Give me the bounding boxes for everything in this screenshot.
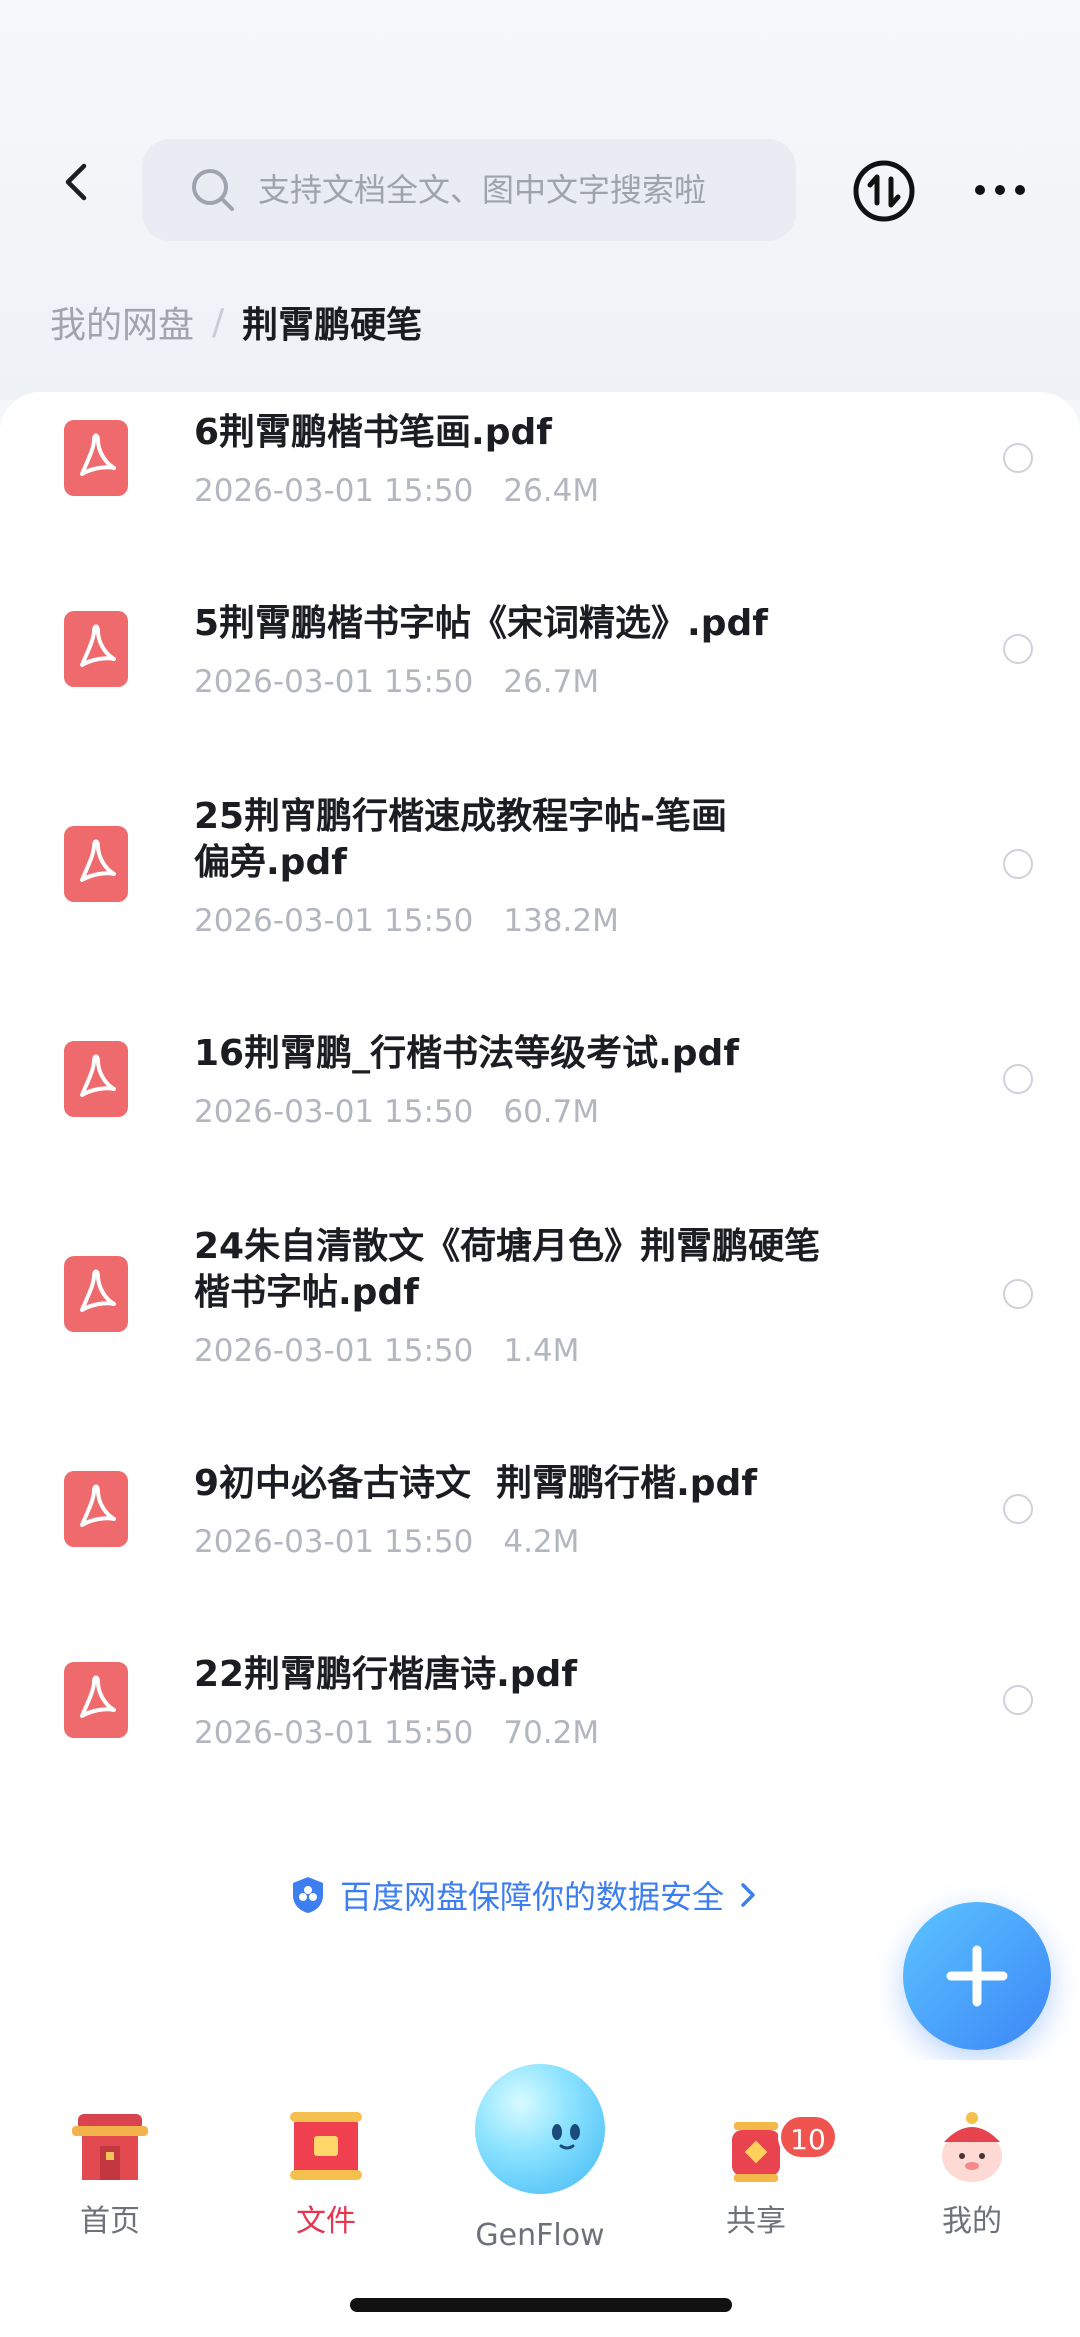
- pdf-file-icon: [64, 1041, 128, 1117]
- file-name: 9初中必备古诗文 荆霄鹏行楷.pdf: [194, 1463, 757, 1504]
- select-radio[interactable]: [1003, 1064, 1033, 1094]
- search-icon: [192, 169, 234, 211]
- pdf-file-icon: [64, 1471, 128, 1547]
- file-name-line2: 偏旁.pdf: [194, 842, 347, 883]
- file-date: 2026-03-01 15:50: [194, 1715, 474, 1751]
- file-name-line1: 24朱自清散文《荷塘月色》荆霄鹏硬笔: [194, 1226, 821, 1267]
- file-size: 4.2M: [503, 1524, 580, 1560]
- pdf-file-icon: [64, 1662, 128, 1738]
- file-name: 6荆霄鹏楷书笔画.pdf: [194, 412, 552, 453]
- file-date: 2026-03-01 15:50: [194, 1524, 474, 1560]
- file-name: 25荆宵鹏行楷速成教程字帖-笔画 偏旁.pdf: [194, 794, 884, 886]
- select-radio[interactable]: [1003, 849, 1033, 879]
- tab-genflow-label: GenFlow: [475, 2218, 605, 2253]
- tab-files-label: 文件: [296, 2204, 356, 2239]
- search-input[interactable]: [256, 170, 780, 210]
- safety-notice-text: 百度网盘保障你的数据安全: [340, 1878, 725, 1916]
- safety-notice-link[interactable]: 百度网盘保障你的数据安全: [290, 1872, 774, 1918]
- file-date: 2026-03-01 15:50: [194, 903, 474, 939]
- genflow-mascot-icon: [552, 2124, 580, 2150]
- files-scroll-icon: [290, 2112, 362, 2180]
- home-indicator: [350, 2298, 732, 2312]
- add-button[interactable]: [903, 1902, 1051, 2050]
- select-radio[interactable]: [1003, 1494, 1033, 1524]
- file-meta: 2026-03-01 15:50 70.2M: [194, 1715, 599, 1751]
- file-date: 2026-03-01 15:50: [194, 664, 474, 700]
- search-bar[interactable]: [142, 139, 796, 241]
- breadcrumb-root[interactable]: 我的网盘: [50, 296, 194, 348]
- file-date: 2026-03-01 15:50: [194, 1094, 474, 1130]
- file-meta: 2026-03-01 15:50 26.7M: [194, 664, 599, 700]
- file-name-line1: 25荆宵鹏行楷速成教程字帖-笔画: [194, 796, 728, 837]
- plus-icon: [946, 1945, 1008, 2007]
- chevron-right-icon: [741, 1883, 755, 1907]
- select-radio[interactable]: [1003, 1685, 1033, 1715]
- home-gate-icon: [72, 2114, 148, 2180]
- tab-home-label: 首页: [80, 2204, 140, 2239]
- file-name: 24朱自清散文《荷塘月色》荆霄鹏硬笔 楷书字帖.pdf: [194, 1224, 884, 1316]
- file-meta: 2026-03-01 15:50 1.4M: [194, 1333, 579, 1369]
- share-notification-badge: 10: [778, 2114, 838, 2160]
- select-radio[interactable]: [1003, 634, 1033, 664]
- file-name: 22荆霄鹏行楷唐诗.pdf: [194, 1654, 577, 1695]
- file-size: 60.7M: [503, 1094, 600, 1130]
- breadcrumb-current: 荆霄鹏硬笔: [242, 305, 423, 346]
- select-radio[interactable]: [1003, 443, 1033, 473]
- file-size: 138.2M: [503, 903, 619, 939]
- genflow-assistant-button[interactable]: [475, 2064, 605, 2194]
- back-arrow-icon[interactable]: [56, 160, 100, 204]
- file-name: 16荆霄鹏_行楷书法等级考试.pdf: [194, 1033, 739, 1074]
- file-meta: 2026-03-01 15:50 26.4M: [194, 473, 599, 509]
- breadcrumb: 我的网盘 / 荆霄鹏硬笔: [50, 296, 422, 348]
- tab-files[interactable]: 文件: [256, 2108, 396, 2240]
- file-size: 26.4M: [503, 473, 600, 509]
- file-meta: 2026-03-01 15:50 138.2M: [194, 903, 619, 939]
- pdf-file-icon: [64, 611, 128, 687]
- pdf-file-icon: [64, 1256, 128, 1332]
- breadcrumb-separator: /: [212, 301, 225, 343]
- tab-share-label: 共享: [726, 2204, 786, 2239]
- tab-mine-label: 我的: [942, 2204, 1002, 2239]
- select-radio[interactable]: [1003, 1279, 1033, 1309]
- file-name-line2: 楷书字帖.pdf: [194, 1272, 419, 1313]
- file-date: 2026-03-01 15:50: [194, 473, 474, 509]
- more-options-icon[interactable]: [972, 180, 1028, 200]
- tab-home[interactable]: 首页: [40, 2108, 180, 2240]
- pdf-file-icon: [64, 826, 128, 902]
- file-meta: 2026-03-01 15:50 4.2M: [194, 1524, 579, 1560]
- shield-icon: [293, 1877, 323, 1913]
- tab-mine[interactable]: 我的: [902, 2108, 1042, 2240]
- file-size: 1.4M: [503, 1333, 580, 1369]
- file-name: 5荆霄鹏楷书字帖《宋词精选》.pdf: [194, 603, 768, 644]
- file-size: 70.2M: [503, 1715, 600, 1751]
- sort-icon[interactable]: [852, 159, 916, 223]
- pdf-file-icon: [64, 420, 128, 496]
- file-size: 26.7M: [503, 664, 600, 700]
- file-meta: 2026-03-01 15:50 60.7M: [194, 1094, 599, 1130]
- file-date: 2026-03-01 15:50: [194, 1333, 474, 1369]
- profile-mascot-icon: [942, 2112, 1002, 2182]
